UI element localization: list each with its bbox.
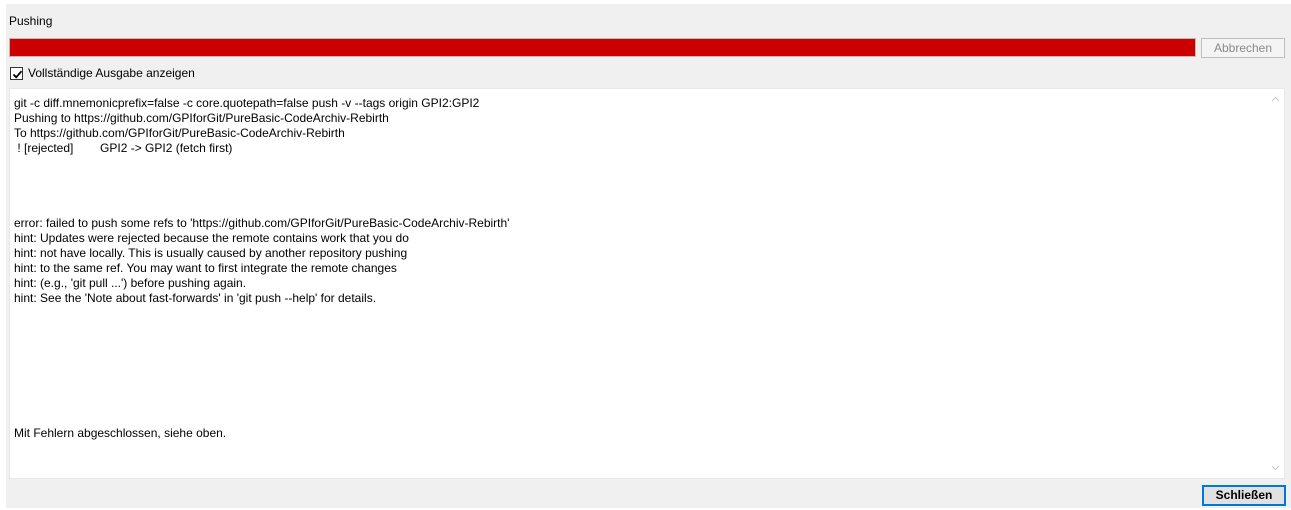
show-full-output-checkbox[interactable] (10, 66, 23, 80)
close-button[interactable]: Schließen (1202, 485, 1286, 506)
progress-bar (9, 38, 1196, 57)
output-log[interactable]: git -c diff.mnemonicprefix=false -c core… (9, 88, 1285, 479)
progress-bar-fill (10, 39, 1195, 56)
chevron-up-icon[interactable] (1271, 95, 1280, 104)
dialog-title: Pushing (9, 14, 53, 28)
push-progress-dialog: Pushing Abbrechen Vollständige Ausgabe a… (6, 4, 1291, 508)
show-full-output-toggle[interactable]: Vollständige Ausgabe anzeigen (10, 65, 195, 81)
output-log-text: git -c diff.mnemonicprefix=false -c core… (14, 96, 510, 440)
checkmark-icon (12, 70, 23, 79)
show-full-output-label: Vollständige Ausgabe anzeigen (28, 66, 195, 80)
cancel-button[interactable]: Abbrechen (1201, 38, 1285, 58)
vertical-scrollbar[interactable] (1267, 89, 1284, 478)
chevron-down-icon[interactable] (1271, 463, 1280, 472)
